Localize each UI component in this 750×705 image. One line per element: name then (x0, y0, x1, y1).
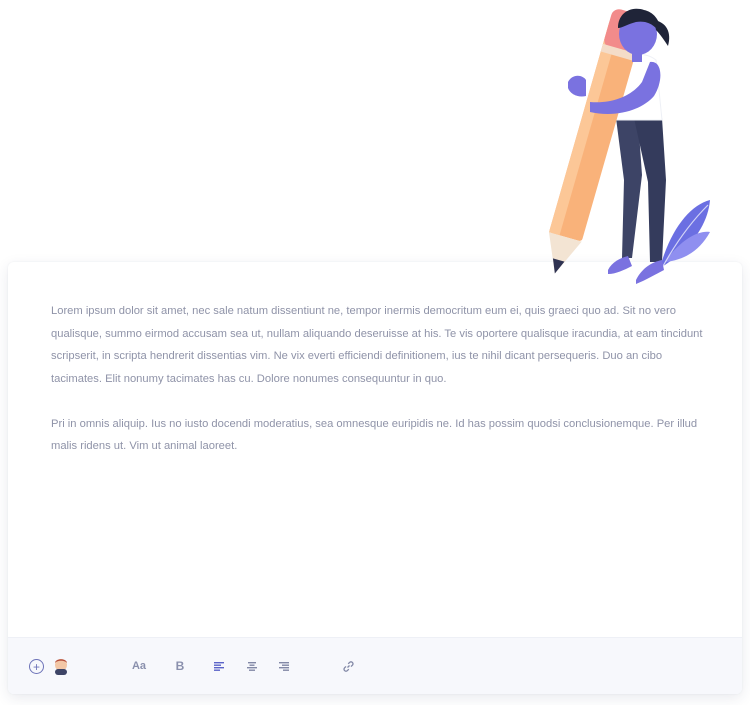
editor-toolbar: + Aa B (8, 637, 742, 694)
woman-with-pencil-illustration (548, 8, 710, 284)
leaf-decoration (660, 200, 710, 269)
editor-paragraph-1: Lorem ipsum dolor sit amet, nec sale nat… (51, 305, 703, 385)
plus-circle-icon[interactable]: + (29, 659, 44, 674)
figure-hand (568, 75, 586, 97)
font-size-button[interactable]: Aa (130, 656, 148, 676)
align-left-icon[interactable] (212, 656, 226, 676)
align-center-icon[interactable] (245, 656, 259, 676)
editor-paragraph-2: Pri in omnis aliquip. Ius no iusto docen… (51, 417, 698, 453)
link-icon[interactable] (341, 656, 355, 676)
bold-button[interactable]: B (173, 656, 187, 676)
figure-legs (608, 118, 666, 284)
editor-text-area[interactable]: Lorem ipsum dolor sit amet, nec sale nat… (51, 300, 703, 481)
align-right-icon[interactable] (277, 656, 291, 676)
editor-card: Lorem ipsum dolor sit amet, nec sale nat… (8, 262, 742, 694)
user-avatar-icon[interactable] (52, 656, 70, 676)
